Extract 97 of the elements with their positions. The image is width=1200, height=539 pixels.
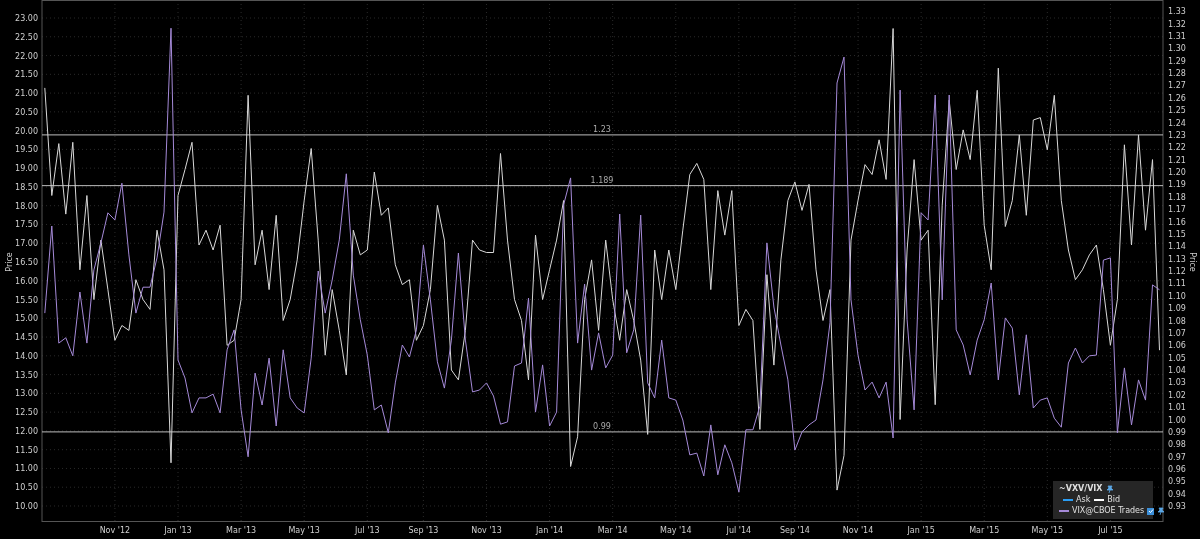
axis-tick-label: 0.99 [1168, 427, 1186, 437]
axis-tick-label: 1.28 [1168, 69, 1186, 78]
axis-tick-label: 1.27 [1168, 81, 1186, 91]
axis-tick-label: 14.00 [15, 351, 38, 361]
axis-tick-label: 22.50 [15, 32, 38, 42]
reference-label: 1.23 [593, 124, 611, 134]
axis-tick-label: 21.00 [15, 89, 38, 99]
legend-label: VIX@CBOE Trades [1072, 506, 1145, 516]
axis-tick-label: 20.50 [15, 107, 38, 117]
axis-tick-label: 12.50 [15, 408, 38, 418]
reference-label: 1.189 [590, 175, 614, 185]
axis-tick-label: 1.23 [1168, 130, 1186, 140]
axis-tick-label: 1.18 [1168, 192, 1186, 202]
axis-tick-label: 1.22 [1168, 143, 1186, 153]
axis-tick-label: Jul '13 [355, 526, 380, 535]
axis-tick-label: 19.00 [15, 164, 38, 174]
axis-tick-label: 0.97 [1168, 452, 1186, 462]
axis-tick-label: 18.50 [15, 182, 38, 192]
axis-tick-label: 0.98 [1168, 440, 1186, 450]
axis-tick-label: 21.50 [15, 70, 38, 80]
axis-tick-label: 1.10 [1168, 291, 1186, 301]
legend-label: Ask [1076, 495, 1091, 505]
axis-tick-label: 1.06 [1168, 341, 1186, 351]
axis-tick-label: 16.50 [15, 258, 38, 267]
axis-tick-label: 1.21 [1168, 155, 1186, 165]
axis-tick-label: 1.04 [1168, 366, 1186, 375]
pin-icon[interactable] [1157, 507, 1166, 515]
axis-tick-label: 22.00 [15, 51, 38, 61]
axis-tick-label: 1.20 [1168, 168, 1186, 177]
axis-tick-label: 1.01 [1168, 403, 1186, 413]
axis-tick-label: 10.00 [15, 502, 38, 511]
axis-tick-label: 14.50 [15, 333, 38, 343]
axis-tick-label: 1.33 [1168, 7, 1186, 17]
axis-tick-label: Sep '13 [408, 526, 439, 535]
axis-tick-label: 1.16 [1168, 217, 1186, 227]
axis-tick-label: 1.25 [1168, 106, 1186, 116]
axis-tick-label: 1.13 [1168, 254, 1186, 264]
visibility-checkbox[interactable] [1147, 507, 1155, 515]
axis-tick-label: Jan '14 [535, 526, 564, 535]
axis-tick-label: 1.31 [1168, 31, 1186, 41]
axis-tick-label: 13.00 [15, 389, 38, 399]
axis-tick-label: Mar '15 [969, 526, 1000, 535]
axis-tick-label: May '13 [288, 526, 320, 535]
axis-tick-label: Mar '14 [597, 526, 628, 535]
axis-tick-label: 0.93 [1168, 502, 1186, 512]
axis-tick-label: 1.32 [1168, 19, 1186, 29]
axis-tick-label: 0.94 [1168, 489, 1186, 499]
axis-tick-label: 1.00 [1168, 415, 1186, 425]
legend-title: ~VXV/VIX [1059, 484, 1103, 494]
axis-tick-label: 18.00 [15, 201, 38, 211]
axis-tick-label: 15.00 [15, 314, 38, 324]
axis-tick-label: Sep '14 [779, 526, 810, 535]
axis-tick-label: 17.50 [15, 220, 38, 230]
axis-tick-label: 1.26 [1168, 93, 1186, 103]
legend-label: Bid [1107, 495, 1121, 505]
axis-tick-label: Jul '15 [1098, 526, 1123, 535]
axis-tick-label: Jan '13 [164, 526, 192, 535]
axis-tick-label: 15.50 [15, 295, 38, 305]
axis-tick-label: Nov '12 [99, 526, 131, 535]
axis-tick-label: 17.00 [15, 239, 38, 249]
axis-tick-label: 20.00 [15, 126, 38, 136]
axis-tick-label: 1.19 [1168, 180, 1186, 190]
axis-tick-label: 19.50 [15, 145, 38, 155]
axis-tick-label: 1.30 [1168, 44, 1186, 54]
axis-tick-label: 10.50 [15, 483, 38, 493]
axis-tick-label: 23.00 [15, 14, 38, 23]
axis-tick-label: 12.00 [15, 426, 38, 436]
axis-tick-label: 1.14 [1168, 242, 1186, 252]
axis-tick-label: 11.50 [15, 445, 38, 455]
axis-tick-label: 1.09 [1168, 304, 1186, 314]
axis-tick-label: 1.02 [1168, 390, 1186, 400]
axis-tick-label: Mar '13 [226, 526, 257, 535]
axis-tick-label: 13.50 [15, 370, 38, 380]
axis-tick-label: 11.00 [15, 464, 38, 474]
axis-tick-label: 1.11 [1168, 279, 1186, 289]
axis-tick-label: Nov '13 [471, 526, 502, 535]
axis-title: Price [5, 252, 14, 272]
axis-tick-label: 1.03 [1168, 378, 1186, 388]
axis-tick-label: 1.12 [1168, 267, 1186, 276]
axis-tick-label: 1.29 [1168, 56, 1186, 66]
axis-tick-label: 16.00 [15, 276, 38, 286]
axis-tick-label: May '14 [660, 526, 692, 535]
axis-tick-label: 1.05 [1168, 353, 1186, 363]
axis-tick-label: Jul '14 [726, 526, 752, 535]
pin-icon[interactable] [1105, 485, 1114, 493]
axis-tick-label: 1.15 [1168, 229, 1186, 239]
axis-title: Price [1188, 252, 1197, 272]
axis-tick-label: 0.96 [1168, 465, 1186, 474]
axis-tick-label: 1.07 [1168, 328, 1186, 338]
reference-label: 0.99 [593, 421, 611, 431]
axis-tick-label: 0.95 [1168, 477, 1186, 487]
axis-tick-label: 1.08 [1168, 316, 1186, 326]
axis-tick-label: 1.24 [1168, 118, 1186, 128]
axis-tick-label: Jan '15 [907, 526, 935, 535]
axis-tick-label: 1.17 [1168, 205, 1186, 215]
axis-tick-label: Nov '14 [842, 526, 874, 535]
axis-tick-label: May '15 [1031, 526, 1064, 535]
